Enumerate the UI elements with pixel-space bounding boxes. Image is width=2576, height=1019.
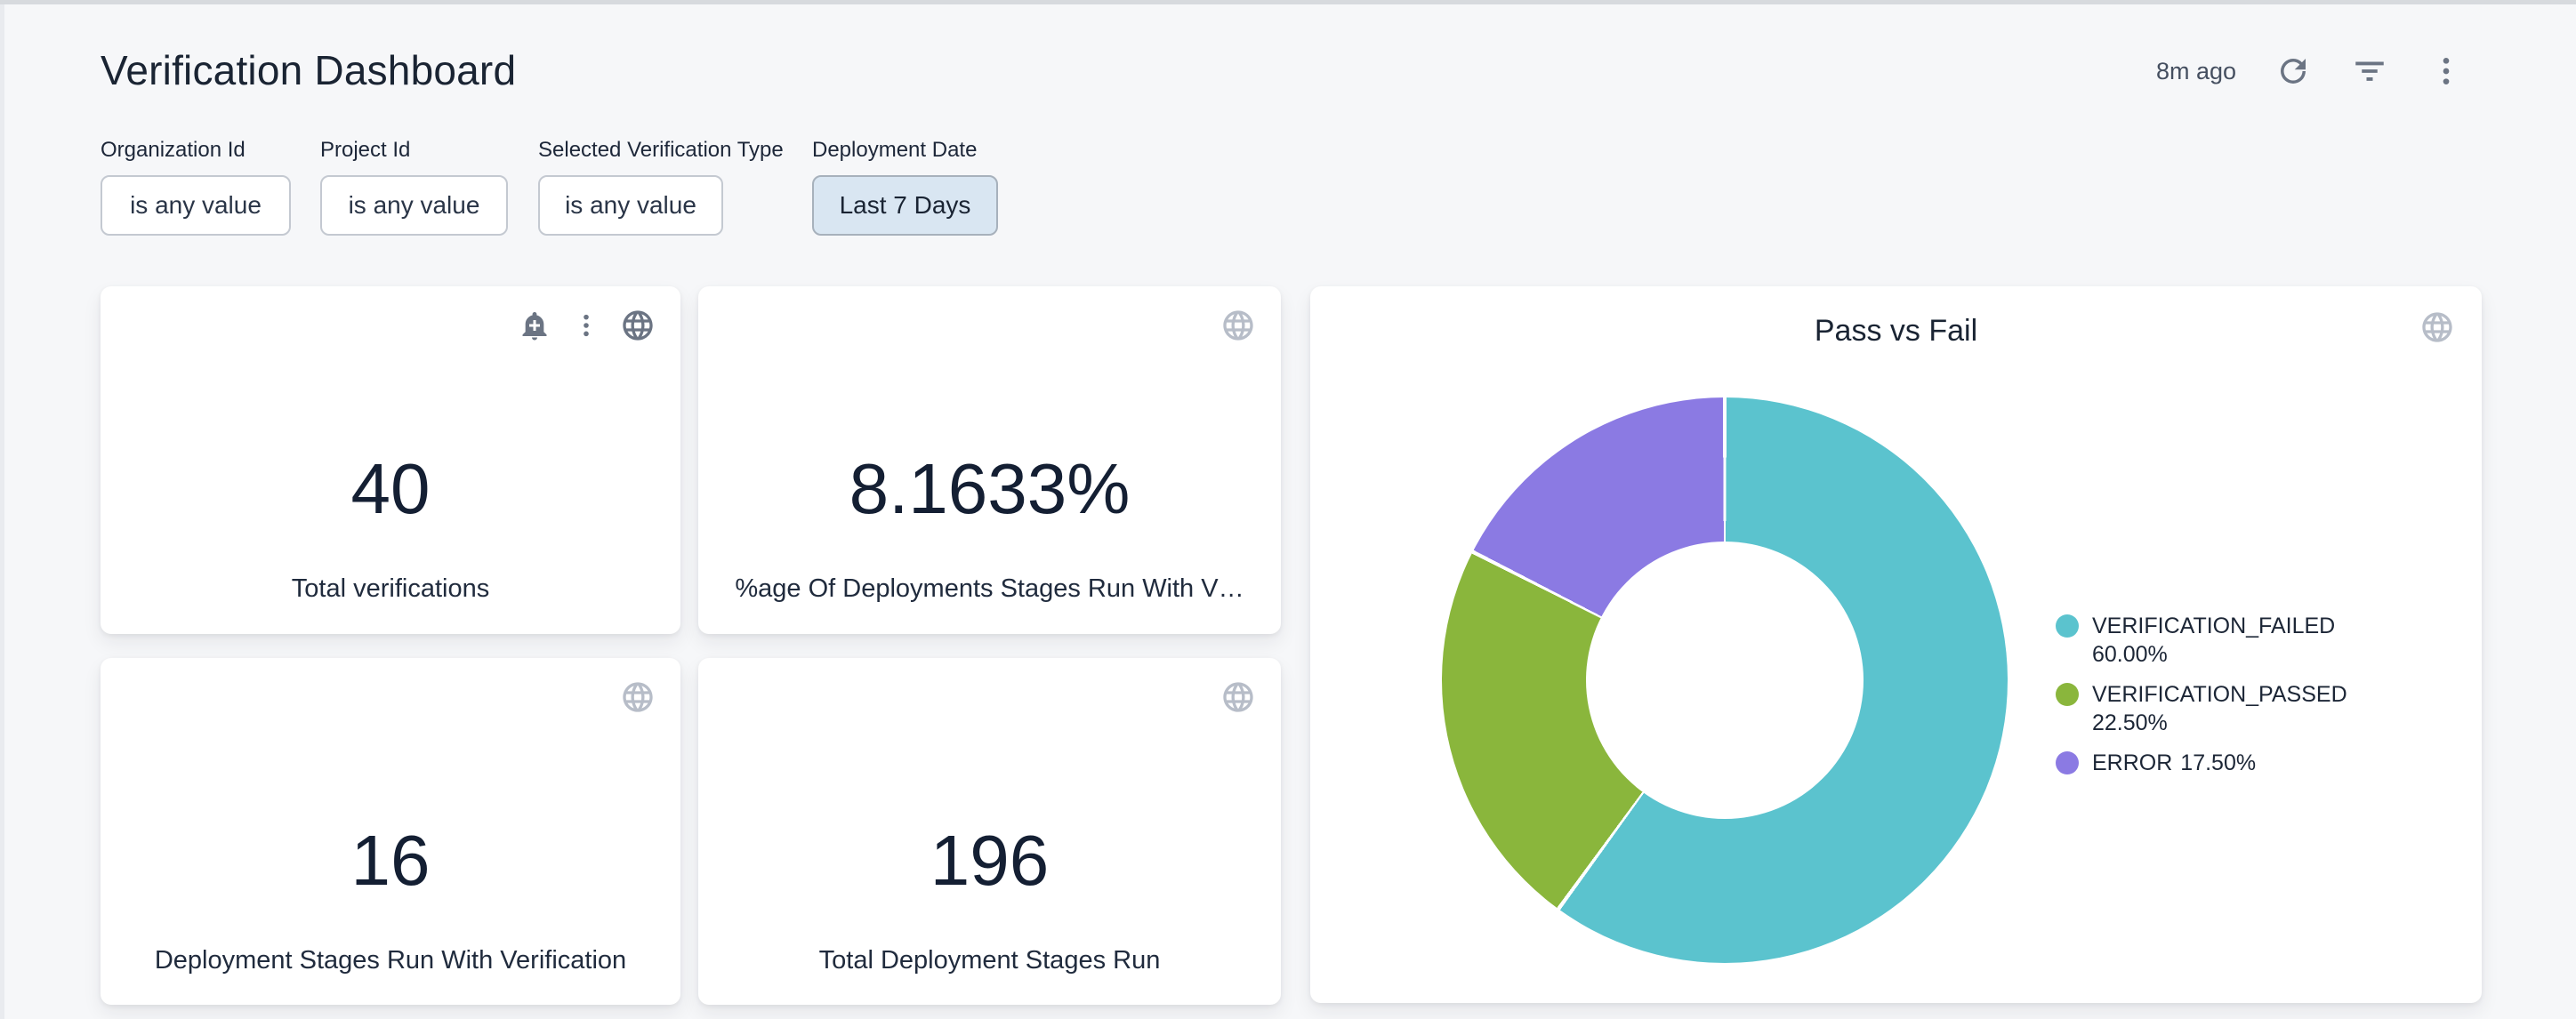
tile-label: %age Of Deployments Stages Run With V… [698,573,1281,605]
tile-value: 196 [698,823,1281,898]
legend-dot [2056,751,2079,774]
bell-plus-icon[interactable] [515,306,554,345]
legend-series-pct: 17.50% [2180,750,2256,775]
top-edge-strip [0,0,2576,4]
page-title: Verification Dashboard [101,46,516,94]
filter-icon[interactable] [2348,50,2391,92]
tile-pct-stages-with-verification: 8.1633% %age Of Deployments Stages Run W… [698,286,1281,634]
legend-dot [2056,683,2079,706]
globe-icon[interactable] [2416,306,2459,349]
dashboard-toolbar: 8m ago [2156,48,2467,94]
tile-label: Total Deployment Stages Run [698,944,1281,976]
filter-value-chip-active[interactable]: Last 7 Days [812,175,998,236]
filter-label: Deployment Date [812,138,977,163]
filter-label: Project Id [320,138,410,163]
legend-dot [2056,614,2079,638]
legend-series-pct: 22.50% [2092,709,2347,737]
tile-stages-run-with-verification: 16 Deployment Stages Run With Verificati… [101,658,680,1005]
filter-value-chip[interactable]: is any value [101,175,291,236]
globe-icon[interactable] [1219,678,1258,717]
tile-label: Deployment Stages Run With Verification [101,944,680,976]
tile-value: 16 [101,823,680,898]
tile-label: Total verifications [101,573,680,605]
legend-item-verification-passed[interactable]: VERIFICATION_PASSED22.50% [2056,680,2347,737]
refresh-icon[interactable] [2272,50,2314,92]
more-options-icon[interactable] [2425,50,2467,92]
legend-item-error[interactable]: ERROR 17.50% [2056,749,2347,777]
chart-legend: VERIFICATION_FAILED60.00% VERIFICATION_P… [2056,612,2347,777]
chart-title: Pass vs Fail [1310,314,2482,349]
tile-kebab-icon[interactable] [567,306,606,345]
last-refresh-time: 8m ago [2156,58,2236,85]
tile-total-deployment-stages-run: 196 Total Deployment Stages Run [698,658,1281,1005]
donut-hole [1586,542,1864,819]
globe-icon[interactable] [618,306,657,345]
legend-series-name: VERIFICATION_PASSED [2092,682,2347,707]
legend-series-pct: 60.00% [2092,640,2335,669]
globe-icon[interactable] [618,678,657,717]
filter-label: Organization Id [101,138,246,163]
legend-series-name: VERIFICATION_FAILED [2092,614,2335,638]
legend-item-verification-failed[interactable]: VERIFICATION_FAILED60.00% [2056,612,2347,669]
donut-chart[interactable] [1442,397,2008,963]
tile-value: 8.1633% [698,452,1281,526]
dashboard-screen: Verification Dashboard 8m ago Organizati… [0,0,2576,1019]
filter-value-chip[interactable]: is any value [320,175,508,236]
legend-series-name: ERROR [2092,750,2172,775]
globe-icon[interactable] [1219,306,1258,345]
pass-vs-fail-chart-card: Pass vs Fail VERIFICATION_FAILED60.00% V… [1310,286,2482,1003]
tile-value: 40 [101,452,680,526]
filter-value-chip[interactable]: is any value [538,175,723,236]
left-edge-strip [0,0,4,1019]
tile-total-verifications: 40 Total verifications [101,286,680,634]
filter-label: Selected Verification Type [538,138,784,163]
